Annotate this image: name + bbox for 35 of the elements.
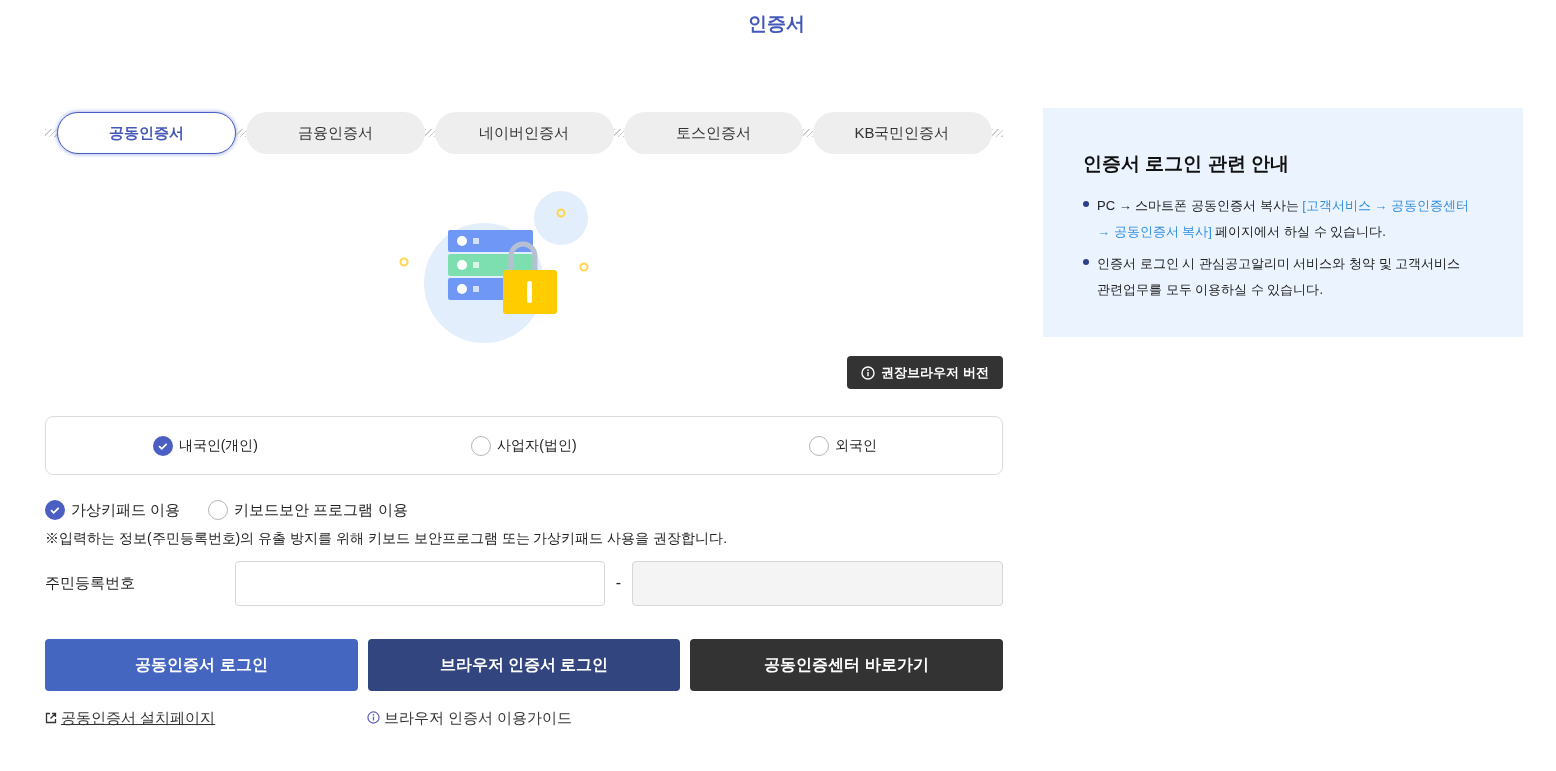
action-button[interactable]: 공동인증서 로그인 <box>45 638 358 691</box>
radio-checked-icon[interactable] <box>45 500 65 521</box>
security-notice: ※입력하는 정보(주민등록번호)의 유출 방지를 위해 키보드 보안프로그램 또는 가상키패드 사용을 권장합니다. <box>45 528 729 548</box>
radio-unchecked-icon[interactable] <box>471 435 492 456</box>
radio-label: 키보드보안 프로그램 이용 <box>234 500 408 520</box>
tab[interactable]: KB국민인증서 <box>812 112 992 154</box>
radio-unchecked-icon[interactable] <box>808 435 829 456</box>
external-link-icon <box>45 711 57 724</box>
id-front-input[interactable] <box>235 560 605 606</box>
tab[interactable]: 금융인증서 <box>245 112 425 154</box>
radio-label: 가상키패드 이용 <box>71 500 181 520</box>
bullet-icon <box>1083 258 1091 265</box>
tab[interactable]: 토스인증서 <box>623 112 803 154</box>
info-icon <box>861 365 876 380</box>
link[interactable]: 공동인증서 설치페이지 <box>61 706 216 729</box>
guide-text: 인증서 로그인 시 관심공고알리미 서비스와 청약 및 고객서비스 관련업무를 모두 이용하실 수 있습니다. <box>1097 254 1462 299</box>
radio-label: 외국인 <box>834 436 877 455</box>
action-button[interactable]: 브라우저 인증서 로그인 <box>367 638 681 691</box>
radio-label: 사업자(법인) <box>497 436 577 455</box>
bullet-icon <box>1083 200 1091 207</box>
radio-unchecked-icon[interactable] <box>208 500 229 521</box>
field-label: 주민등록번호 <box>45 572 136 593</box>
radio-label: 내국인(개인) <box>178 436 258 455</box>
guide-title: 인증서 로그인 관련 안내 <box>1083 152 1290 176</box>
tab[interactable]: 공동인증서 <box>56 112 236 154</box>
separator: - <box>614 573 623 593</box>
guide-text: PC → 스마트폰 공동인증서 복사는 [고객서비스 → 공동인증센터 → 공동인증서 복사] 페이지에서 하실 수 있습니다. <box>1097 196 1470 241</box>
radio-checked-icon[interactable] <box>152 435 173 456</box>
info-icon <box>367 711 380 725</box>
tab[interactable]: 네이버인증서 <box>434 112 614 154</box>
id-back-input[interactable] <box>632 560 1003 606</box>
action-button[interactable]: 공동인증센터 바로가기 <box>690 638 1003 691</box>
page-title: 인증서 <box>748 12 805 36</box>
recommended-browser-button[interactable]: 권장브라우저 버전 <box>847 356 1003 389</box>
link[interactable]: 브라우저 인증서 이용가이드 <box>384 706 573 729</box>
